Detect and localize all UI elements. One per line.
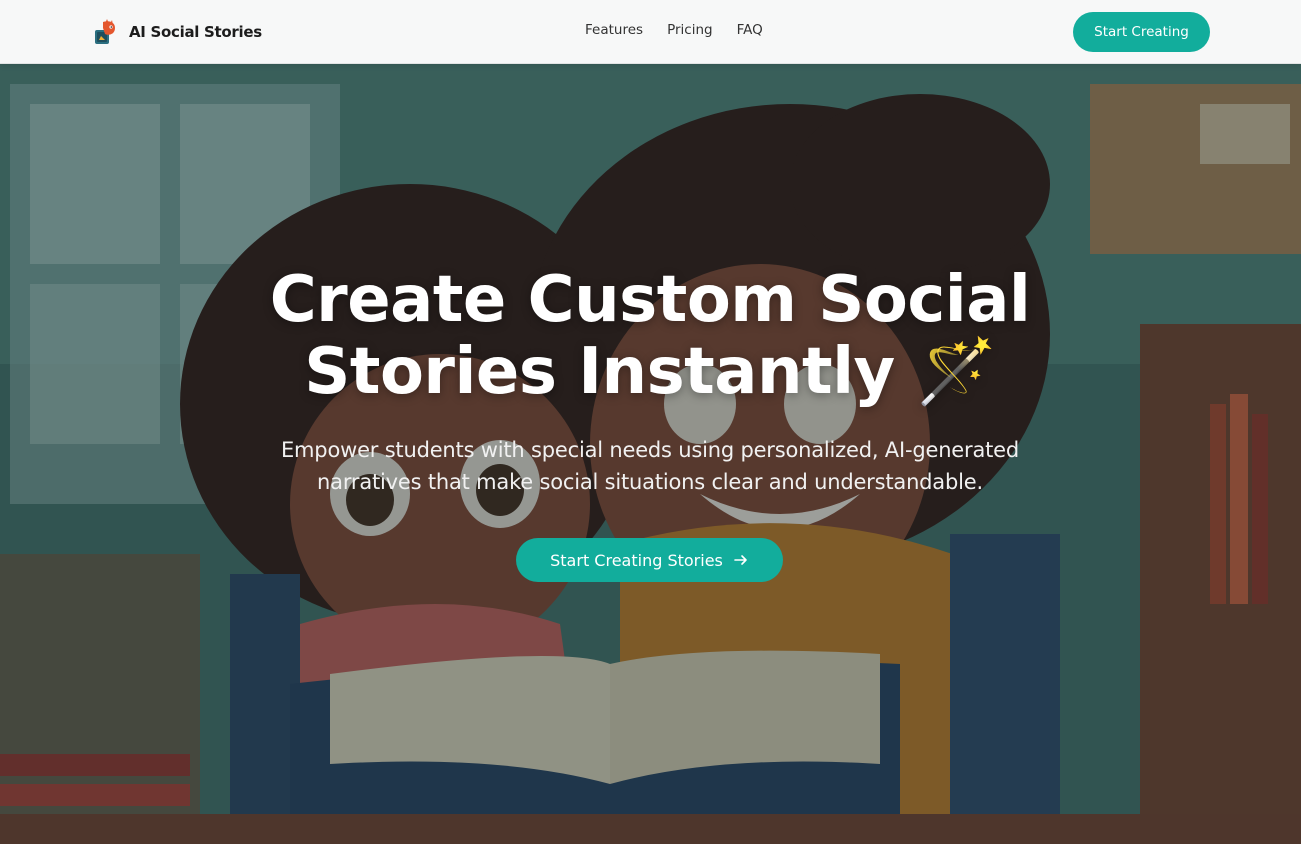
hero-subtitle: Empower students with special needs usin… [280, 438, 1020, 494]
hero-content: Create Custom Social Stories Instantly 🪄… [0, 64, 1301, 844]
dragon-logo-icon [95, 19, 115, 44]
brand[interactable]: AI Social Stories [93, 17, 262, 47]
arrow-right-icon [734, 555, 747, 565]
start-creating-button[interactable]: Start Creating [1073, 12, 1210, 52]
nav-link-features[interactable]: Features [585, 22, 643, 38]
hero-title: Create Custom Social Stories Instantly 🪄 [269, 263, 1031, 409]
start-creating-stories-button[interactable]: Start Creating Stories [516, 538, 783, 582]
brand-name: AI Social Stories [129, 23, 262, 41]
nav-links: Features Pricing FAQ [573, 22, 775, 38]
hero-section: Create Custom Social Stories Instantly 🪄… [0, 64, 1301, 844]
nav-link-faq[interactable]: FAQ [737, 22, 763, 38]
navbar: AI Social Stories Features Pricing FAQ S… [0, 0, 1301, 64]
nav-link-pricing[interactable]: Pricing [667, 22, 713, 38]
hero-cta-label: Start Creating Stories [550, 550, 723, 570]
